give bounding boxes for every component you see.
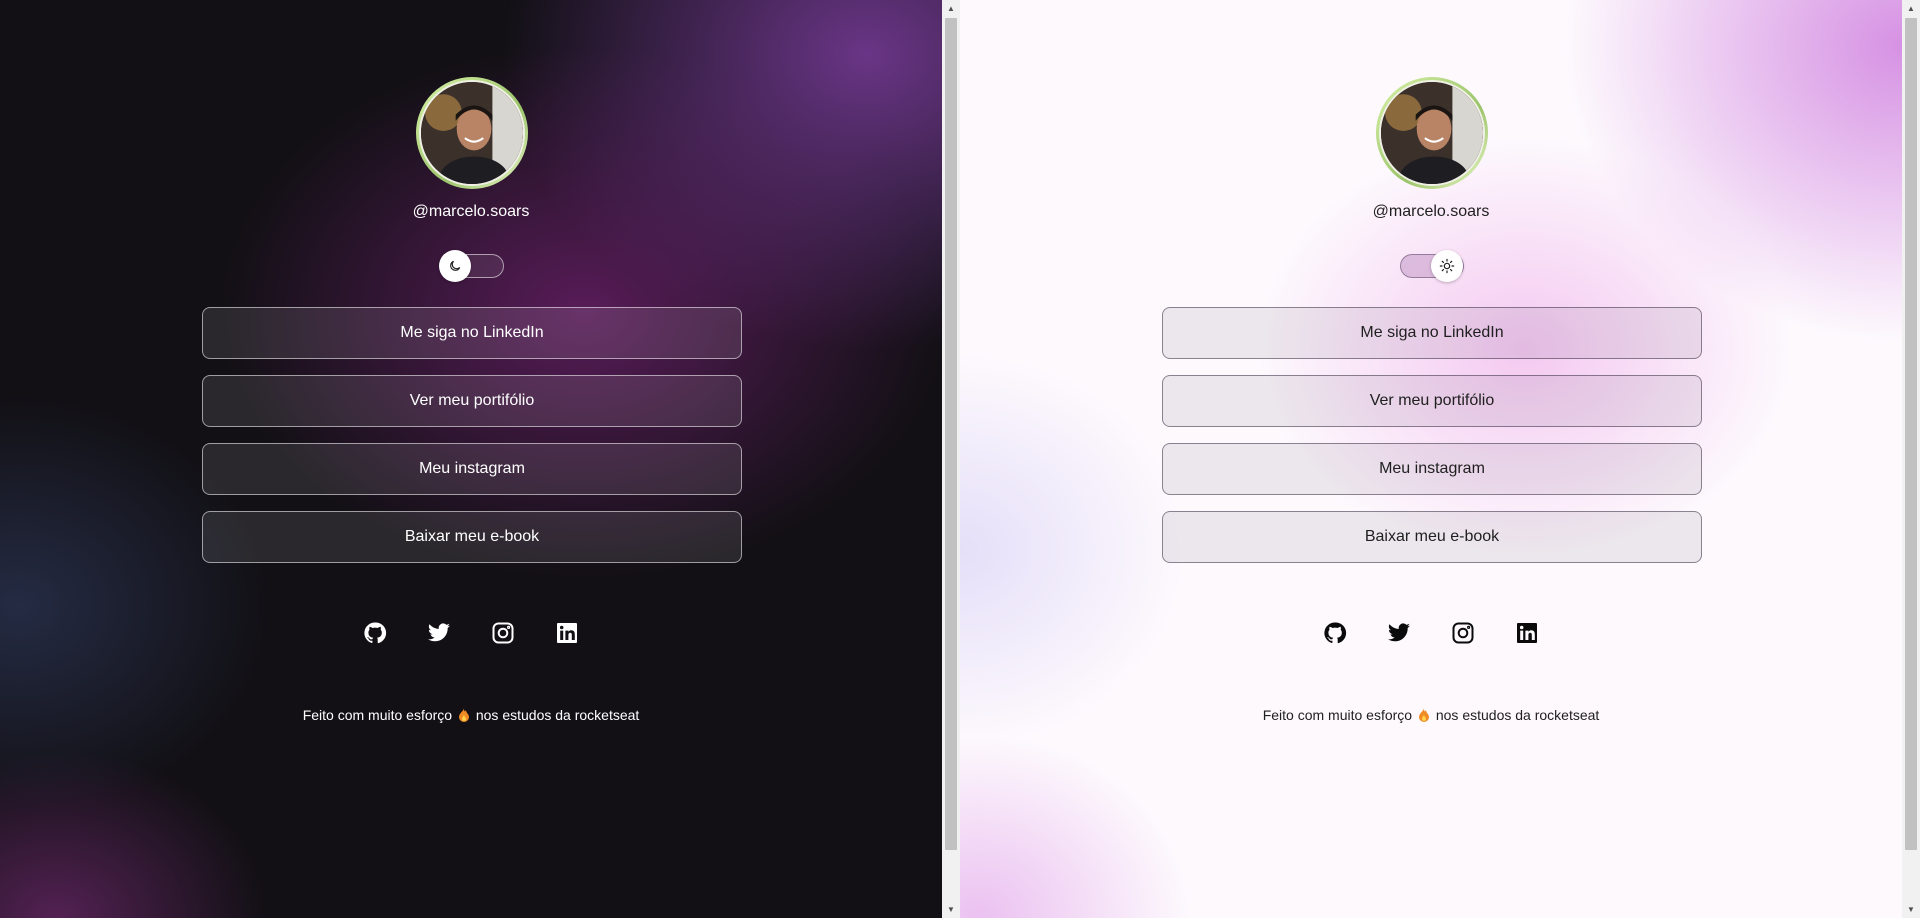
- profile-container: @marcelo.soars Me siga no LinkedIn Ver m…: [0, 0, 942, 918]
- profile-container: @marcelo.soars Me siga no LinkedIn Ver m…: [960, 0, 1902, 918]
- links-list: Me siga no LinkedIn Ver meu portifólio M…: [202, 307, 742, 579]
- light-theme-page: @marcelo.soars Me siga no LinkedIn Ver m…: [960, 0, 1902, 918]
- sun-icon[interactable]: [1431, 250, 1463, 282]
- twitter-icon[interactable]: [1386, 620, 1412, 646]
- linkedin-icon[interactable]: [554, 620, 580, 646]
- scroll-thumb[interactable]: [945, 18, 957, 850]
- fire-icon: [1418, 708, 1429, 722]
- theme-toggle-switch[interactable]: [439, 250, 504, 282]
- profile-avatar: [416, 77, 528, 189]
- ebook-link-button[interactable]: Baixar meu e-book: [202, 511, 742, 563]
- scroll-down-arrow[interactable]: ▼: [1902, 901, 1920, 918]
- footer-text-start: Feito com muito esforço: [302, 707, 453, 723]
- scroll-down-arrow[interactable]: ▼: [942, 901, 960, 918]
- twitter-icon[interactable]: [426, 620, 452, 646]
- fire-icon: [458, 708, 469, 722]
- instagram-icon[interactable]: [1450, 620, 1476, 646]
- footer-text-end: nos estudos da rocketseat: [475, 707, 640, 723]
- linkedin-link-button[interactable]: Me siga no LinkedIn: [1162, 307, 1702, 359]
- username-label: @marcelo.soars: [1372, 203, 1490, 220]
- github-icon[interactable]: [1322, 620, 1348, 646]
- portfolio-link-button[interactable]: Ver meu portifólio: [1162, 375, 1702, 427]
- instagram-link-button[interactable]: Meu instagram: [1162, 443, 1702, 495]
- social-links: [0, 620, 942, 646]
- footer-text-start: Feito com muito esforço: [1262, 707, 1413, 723]
- avatar-photo: [419, 80, 525, 186]
- linkedin-link-button[interactable]: Me siga no LinkedIn: [202, 307, 742, 359]
- footer-text: Feito com muito esforço nos estudos da r…: [0, 706, 942, 724]
- username-label: @marcelo.soars: [412, 203, 530, 220]
- profile-avatar: [1376, 77, 1488, 189]
- ebook-link-button[interactable]: Baixar meu e-book: [1162, 511, 1702, 563]
- theme-toggle-switch[interactable]: [1400, 250, 1464, 282]
- github-icon[interactable]: [362, 620, 388, 646]
- scroll-up-arrow[interactable]: ▲: [1902, 0, 1920, 17]
- footer-text: Feito com muito esforço nos estudos da r…: [960, 706, 1902, 724]
- social-links: [960, 620, 1902, 646]
- avatar-photo: [1379, 80, 1485, 186]
- dark-theme-page: @marcelo.soars Me siga no LinkedIn Ver m…: [0, 0, 942, 918]
- scroll-up-arrow[interactable]: ▲: [942, 0, 960, 17]
- linkedin-icon[interactable]: [1514, 620, 1540, 646]
- instagram-icon[interactable]: [490, 620, 516, 646]
- dark-pane-scrollbar[interactable]: ▲ ▼: [942, 0, 960, 918]
- footer-text-end: nos estudos da rocketseat: [1435, 707, 1600, 723]
- portfolio-link-button[interactable]: Ver meu portifólio: [202, 375, 742, 427]
- instagram-link-button[interactable]: Meu instagram: [202, 443, 742, 495]
- scroll-thumb[interactable]: [1905, 18, 1917, 850]
- links-list: Me siga no LinkedIn Ver meu portifólio M…: [1162, 307, 1702, 579]
- light-pane-scrollbar[interactable]: ▲ ▼: [1902, 0, 1920, 918]
- moon-icon[interactable]: [439, 250, 471, 282]
